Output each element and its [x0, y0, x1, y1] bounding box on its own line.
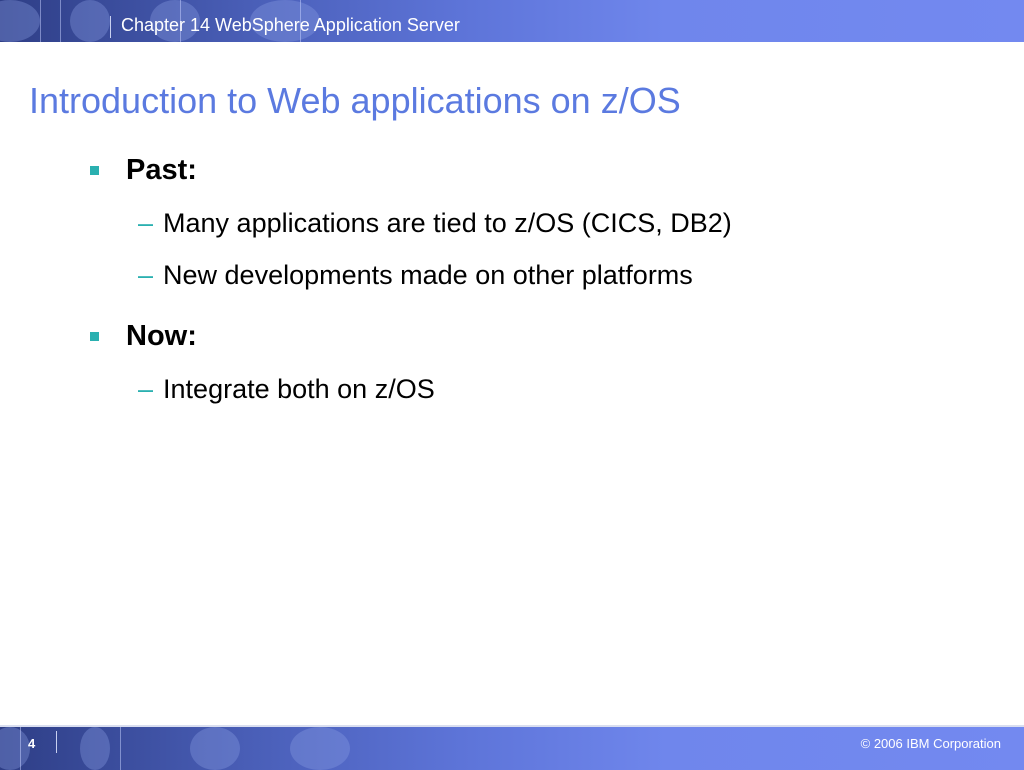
dash-icon: –	[138, 260, 154, 290]
copyright: © 2006 IBM Corporation	[860, 736, 1001, 751]
sub-bullet: – New developments made on other platform…	[138, 260, 693, 291]
bullet-label: Now:	[126, 320, 197, 352]
bullet-label: Past:	[126, 154, 197, 186]
slide-footer: 4 © 2006 IBM Corporation	[0, 725, 1024, 770]
sub-bullet: – Many applications are tied to z/OS (CIC…	[138, 208, 732, 239]
square-bullet-icon	[90, 332, 99, 341]
header-divider	[110, 16, 111, 38]
footer-divider	[56, 731, 57, 753]
sub-bullet-text: Many applications are tied to z/OS (CICS…	[163, 208, 732, 238]
sub-bullet-text: Integrate both on z/OS	[163, 374, 435, 404]
slide-title: Introduction to Web applications on z/OS	[29, 80, 681, 121]
dash-icon: –	[138, 208, 154, 238]
chapter-title: Chapter 14 WebSphere Application Server	[121, 15, 460, 35]
slide-header: Chapter 14 WebSphere Application Server	[0, 0, 1024, 42]
sub-bullet: – Integrate both on z/OS	[138, 374, 435, 405]
page-number: 4	[28, 736, 36, 751]
sub-bullet-text: New developments made on other platforms	[163, 260, 693, 290]
square-bullet-icon	[90, 166, 99, 175]
dash-icon: –	[138, 374, 154, 404]
